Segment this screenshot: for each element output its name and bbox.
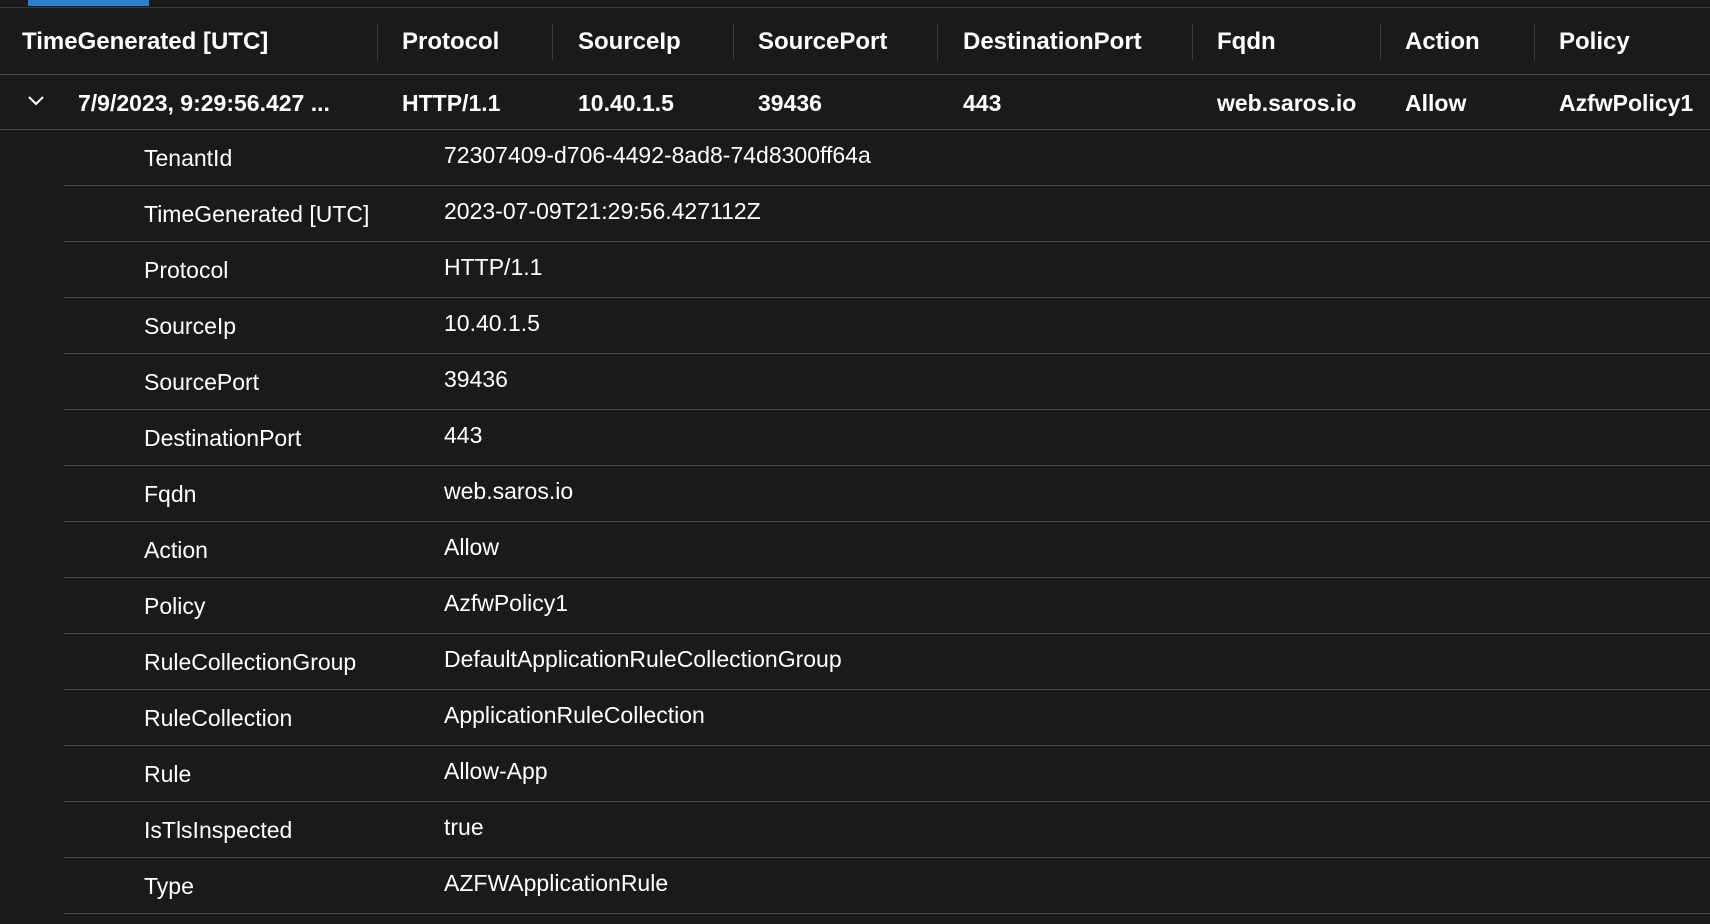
results-grid: TimeGenerated [UTC] Protocol SourceIp So… [0, 0, 1710, 924]
cell-policy: AzfwPolicy1 [1559, 90, 1694, 116]
column-separator[interactable] [552, 24, 553, 60]
detail-key: RuleCollectionGroup [144, 649, 357, 675]
detail-key: Policy [144, 593, 206, 619]
detail-row-fqdn: Fqdn web.saros.io [64, 466, 1710, 522]
detail-row-timegenerated: TimeGenerated [UTC] 2023-07-09T21:29:56.… [64, 186, 1710, 242]
detail-row-rulecollection: RuleCollection ApplicationRuleCollection [64, 690, 1710, 746]
detail-value: Allow [444, 534, 499, 560]
detail-row-rule: Rule Allow-App [64, 746, 1710, 802]
column-separator[interactable] [1534, 24, 1535, 60]
detail-row-destinationport: DestinationPort 443 [64, 410, 1710, 466]
column-separator[interactable] [733, 24, 734, 60]
detail-key: SourceIp [144, 313, 237, 339]
detail-value: AZFWApplicationRule [444, 870, 669, 896]
detail-key: Type [144, 873, 194, 899]
detail-value: AzfwPolicy1 [444, 590, 568, 616]
column-header-sourceip[interactable]: SourceIp [578, 8, 681, 74]
detail-row-tenantid: TenantId 72307409-d706-4492-8ad8-74d8300… [64, 130, 1710, 186]
column-separator[interactable] [937, 24, 938, 60]
detail-row-type: Type AZFWApplicationRule [64, 858, 1710, 914]
detail-key: Fqdn [144, 481, 197, 507]
detail-key: Action [144, 537, 208, 563]
detail-value: ApplicationRuleCollection [444, 702, 705, 728]
cell-destinationport: 443 [963, 90, 1002, 116]
column-header-fqdn[interactable]: Fqdn [1217, 8, 1276, 74]
detail-key: TimeGenerated [UTC] [144, 201, 370, 227]
detail-key: Protocol [144, 257, 229, 283]
detail-value: 10.40.1.5 [444, 310, 540, 336]
cell-timegenerated: 7/9/2023, 9:29:56.427 ... [78, 90, 330, 116]
chevron-down-icon[interactable] [28, 95, 44, 107]
detail-value: DefaultApplicationRuleCollectionGroup [444, 646, 842, 672]
detail-row-sourceip: SourceIp 10.40.1.5 [64, 298, 1710, 354]
column-header-sourceport[interactable]: SourcePort [758, 8, 887, 74]
detail-row-istlsinspected: IsTlsInspected true [64, 802, 1710, 858]
detail-key: RuleCollection [144, 705, 293, 731]
detail-row-protocol: Protocol HTTP/1.1 [64, 242, 1710, 298]
detail-value: web.saros.io [444, 478, 574, 504]
column-separator[interactable] [1192, 24, 1193, 60]
cell-sourceip: 10.40.1.5 [578, 90, 674, 116]
detail-key: DestinationPort [144, 425, 302, 451]
detail-value: 2023-07-09T21:29:56.427112Z [444, 198, 761, 224]
column-header-destinationport[interactable]: DestinationPort [963, 8, 1142, 74]
column-header-timegenerated[interactable]: TimeGenerated [UTC] [22, 8, 268, 74]
expanded-row-details: TenantId 72307409-d706-4492-8ad8-74d8300… [0, 130, 1710, 914]
detail-key: IsTlsInspected [144, 817, 293, 843]
detail-key: SourcePort [144, 369, 260, 395]
cell-fqdn: web.saros.io [1217, 90, 1357, 116]
detail-value: 39436 [444, 366, 508, 392]
column-header-policy[interactable]: Policy [1559, 8, 1630, 74]
detail-row-sourceport: SourcePort 39436 [64, 354, 1710, 410]
column-separator[interactable] [1380, 24, 1381, 60]
detail-value: Allow-App [444, 758, 548, 784]
column-header-action[interactable]: Action [1405, 8, 1480, 74]
detail-value: 72307409-d706-4492-8ad8-74d8300ff64a [444, 142, 871, 168]
detail-row-policy: Policy AzfwPolicy1 [64, 578, 1710, 634]
detail-key: TenantId [144, 145, 233, 171]
detail-value: true [444, 814, 484, 840]
column-separator[interactable] [377, 24, 378, 60]
detail-key: Rule [144, 761, 192, 787]
cell-sourceport: 39436 [758, 90, 822, 116]
table-row[interactable]: 7/9/2023, 9:29:56.427 ... HTTP/1.1 10.40… [0, 75, 1710, 130]
column-header-protocol[interactable]: Protocol [402, 8, 499, 74]
active-tab-indicator [28, 0, 149, 6]
detail-value: 443 [444, 422, 483, 448]
detail-row-rulecollectiongroup: RuleCollectionGroup DefaultApplicationRu… [64, 634, 1710, 690]
cell-action: Allow [1405, 90, 1467, 116]
detail-value: HTTP/1.1 [444, 254, 543, 280]
cell-protocol: HTTP/1.1 [402, 90, 501, 116]
table-header: TimeGenerated [UTC] Protocol SourceIp So… [0, 8, 1710, 75]
detail-row-action: Action Allow [64, 522, 1710, 578]
